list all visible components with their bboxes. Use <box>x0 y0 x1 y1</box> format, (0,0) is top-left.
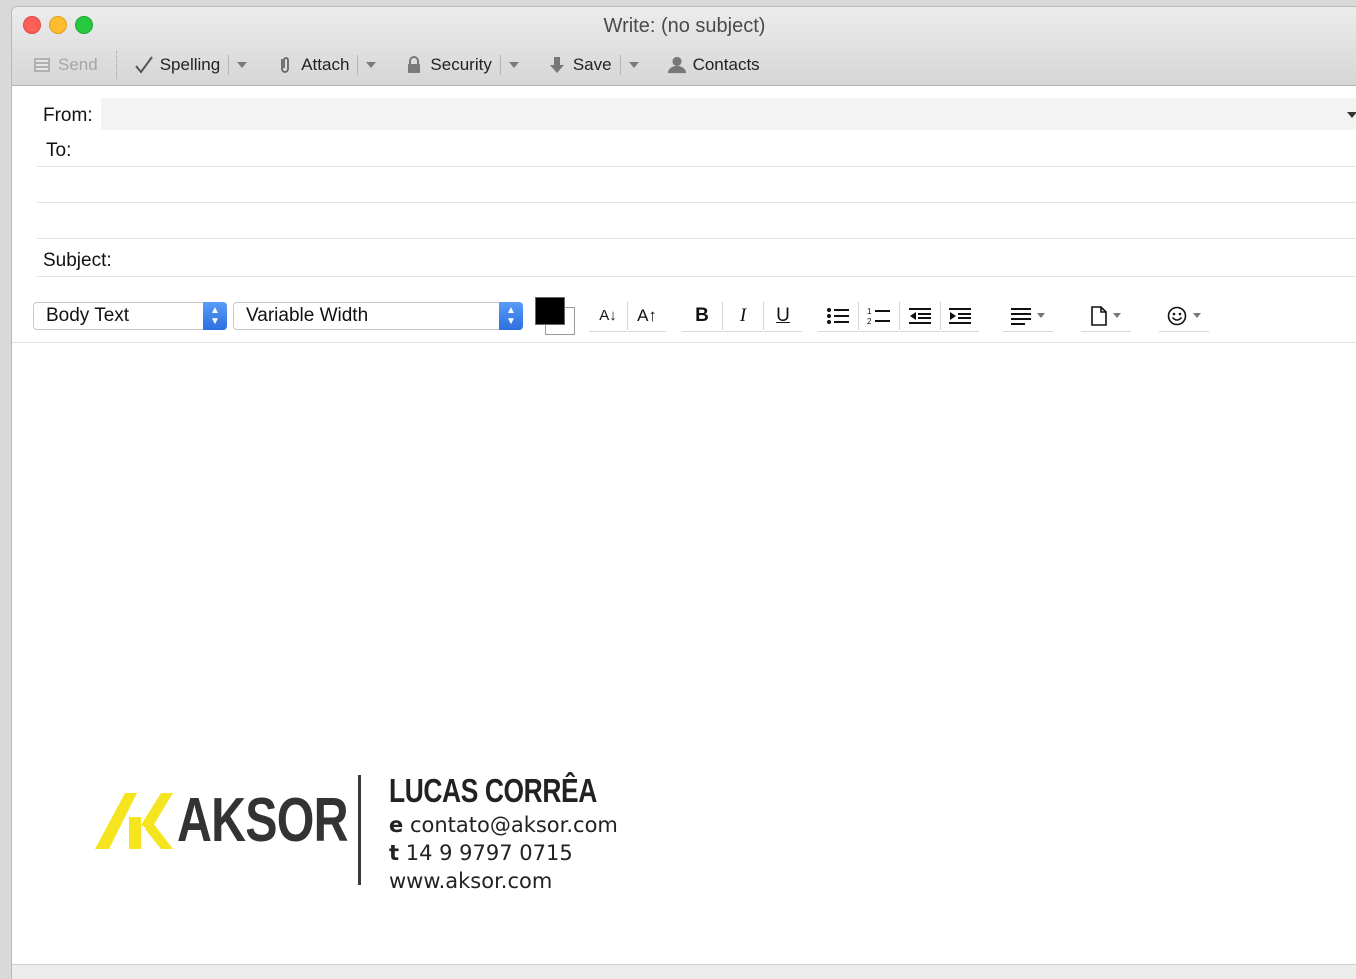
up-down-chevron-icon: ▲ ▼ <box>499 302 523 330</box>
dropdown-divider <box>619 55 621 75</box>
decrease-font-size-button[interactable]: A↓ <box>589 301 627 332</box>
status-bar <box>12 964 1356 979</box>
signature-phone: 14 9 9797 0715 <box>405 841 573 865</box>
contacts-button[interactable]: Contacts <box>667 55 760 75</box>
subject-label: Subject: <box>43 250 112 271</box>
bullet-list-icon <box>827 307 849 324</box>
send-label: Send <box>58 55 98 74</box>
attach-button[interactable]: Attach <box>275 55 349 75</box>
window-title: Write: (no subject) <box>603 15 766 37</box>
outdent-icon <box>909 307 931 324</box>
attach-label: Attach <box>301 55 350 74</box>
recipient-divider <box>37 238 1356 239</box>
message-body-editor[interactable] <box>12 343 1356 965</box>
color-picker[interactable] <box>535 297 575 335</box>
from-select[interactable] <box>101 98 1356 130</box>
subject-input[interactable] <box>132 246 1356 276</box>
attach-dropdown-icon[interactable] <box>366 62 377 68</box>
bold-button[interactable]: B <box>682 301 722 332</box>
emoticon-dropdown-icon <box>1193 313 1201 318</box>
dropdown-divider <box>228 55 230 75</box>
insert-button[interactable] <box>1081 301 1131 332</box>
email-key: e <box>389 813 404 837</box>
aksor-logo: AKSOR <box>95 785 396 856</box>
signature-divider <box>358 775 361 885</box>
paragraph-style-select[interactable]: Body Text ▲ ▼ <box>33 302 227 330</box>
font-select[interactable]: Variable Width ▲ ▼ <box>233 302 523 330</box>
security-button[interactable]: Security <box>404 55 492 75</box>
align-left-icon <box>1011 307 1031 325</box>
to-label: To: <box>46 140 72 161</box>
spelling-dropdown-icon[interactable] <box>237 62 248 68</box>
text-color-swatch[interactable] <box>535 297 565 325</box>
from-dropdown-icon[interactable] <box>1347 112 1356 118</box>
underline-icon: U <box>776 304 790 326</box>
emoticon-button[interactable] <box>1159 301 1209 332</box>
title-bar: Write: (no subject) Send Spelling Attach… <box>12 7 1356 86</box>
lock-icon <box>404 55 424 75</box>
logo-wordmark: AKSOR <box>177 786 349 855</box>
save-button[interactable]: Save <box>547 55 612 75</box>
insert-dropdown-icon <box>1113 313 1121 318</box>
send-button[interactable]: Send <box>32 55 98 75</box>
outdent-button[interactable] <box>900 301 940 332</box>
bold-icon: B <box>695 304 709 326</box>
signature-email[interactable]: contato@aksor.com <box>410 813 618 837</box>
increase-font-size-button[interactable]: A↑ <box>628 301 666 332</box>
save-arrow-icon <box>547 55 567 75</box>
indent-button[interactable] <box>941 301 979 332</box>
dropdown-divider <box>499 55 501 75</box>
to-recipient-field[interactable] <box>92 136 1356 166</box>
spelling-check-icon <box>134 55 154 75</box>
svg-text:1: 1 <box>867 307 872 316</box>
decrease-font-size-icon: A↓ <box>599 307 617 324</box>
font-value: Variable Width <box>246 305 369 326</box>
aksor-logo-mark-icon <box>95 792 173 849</box>
compose-toolbar: Send Spelling Attach Security Save Conta… <box>32 51 760 79</box>
save-label: Save <box>572 55 612 74</box>
format-toolbar: Body Text ▲ ▼ Variable Width ▲ ▼ A↓ A↑ B I <box>33 297 1356 335</box>
align-dropdown-icon <box>1037 313 1045 318</box>
recipient-row-2[interactable] <box>37 167 1356 201</box>
spelling-button[interactable]: Spelling <box>134 55 221 75</box>
send-icon <box>32 55 52 75</box>
recipient-row-3[interactable] <box>37 203 1356 237</box>
indent-icon <box>949 307 971 324</box>
signature-details: LUCAS CORRÊA e contato@aksor.com t 14 9 … <box>389 771 649 895</box>
contacts-person-icon <box>667 55 687 75</box>
from-label: From: <box>43 105 93 126</box>
signature-website[interactable]: www.aksor.com <box>389 867 649 895</box>
italic-icon: I <box>739 304 747 326</box>
numbered-list-button[interactable]: 12 <box>859 301 899 332</box>
svg-text:2: 2 <box>867 317 872 326</box>
security-dropdown-icon[interactable] <box>508 62 519 68</box>
paragraph-style-value: Body Text <box>46 305 130 326</box>
insert-object-icon <box>1091 305 1107 326</box>
smiley-icon <box>1167 306 1187 325</box>
phone-key: t <box>389 841 400 865</box>
save-dropdown-icon[interactable] <box>628 62 639 68</box>
paperclip-icon <box>275 55 295 75</box>
spelling-label: Spelling <box>159 55 221 74</box>
security-label: Security <box>430 55 492 74</box>
align-button[interactable] <box>1003 301 1053 332</box>
numbered-list-icon: 12 <box>867 307 890 326</box>
italic-button[interactable]: I <box>723 301 763 332</box>
underline-button[interactable]: U <box>764 301 802 332</box>
signature-phone-line: t 14 9 9797 0715 <box>389 839 649 867</box>
increase-font-size-icon: A↑ <box>637 305 657 325</box>
subject-divider <box>37 276 1356 277</box>
signature-email-line: e contato@aksor.com <box>389 811 649 839</box>
toolbar-separator <box>115 51 118 79</box>
bullet-list-button[interactable] <box>818 301 858 332</box>
dropdown-divider <box>357 55 359 75</box>
signature-name: LUCAS CORRÊA <box>389 772 597 809</box>
contacts-label: Contacts <box>692 55 760 74</box>
up-down-chevron-icon: ▲ ▼ <box>203 302 227 330</box>
compose-window: Write: (no subject) Send Spelling Attach… <box>11 6 1356 979</box>
